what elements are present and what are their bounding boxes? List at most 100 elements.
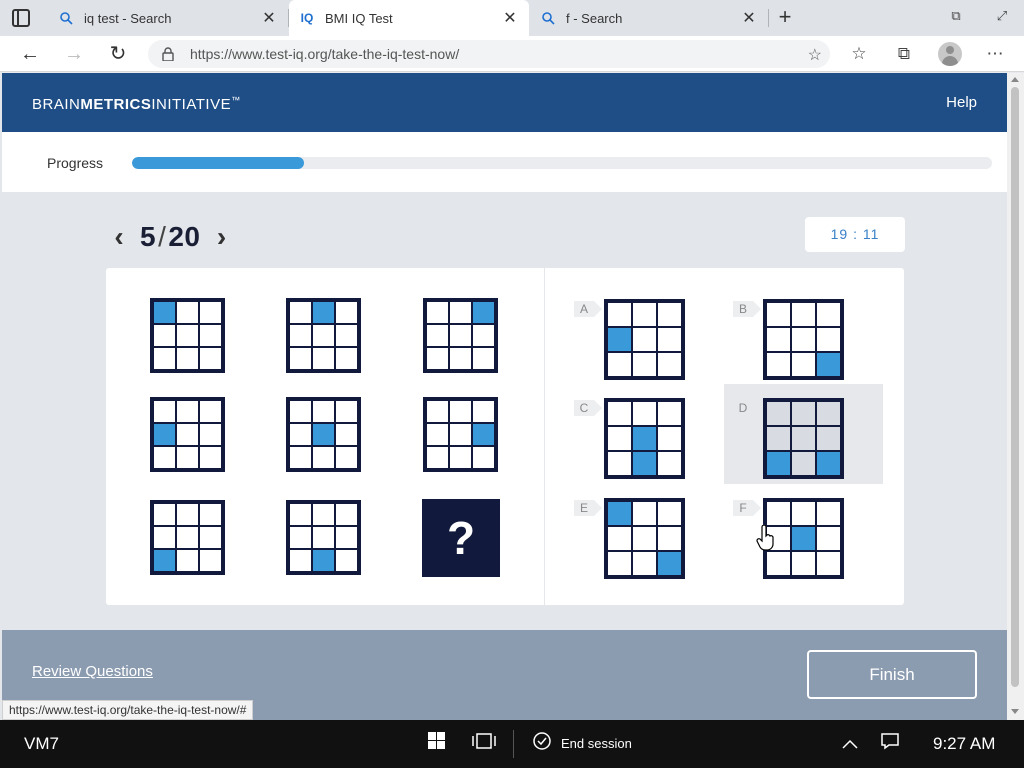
check-circle-icon[interactable] — [531, 732, 553, 754]
filled-cell — [154, 424, 175, 445]
empty-cell — [817, 303, 840, 326]
empty-cell — [290, 447, 311, 468]
empty-cell — [177, 550, 198, 571]
answer-option-d[interactable] — [763, 398, 844, 479]
empty-cell — [336, 504, 357, 525]
favorites-icon[interactable]: ☆ — [848, 43, 870, 65]
scroll-down-icon[interactable] — [1011, 709, 1019, 714]
scroll-up-icon[interactable] — [1011, 77, 1019, 82]
chevron-up-icon[interactable] — [839, 732, 861, 754]
close-tab-icon[interactable]: ✕ — [740, 8, 758, 28]
refresh-icon[interactable]: ↻ — [106, 42, 130, 66]
answer-option-a[interactable] — [604, 299, 685, 380]
pattern-tile — [150, 500, 225, 575]
chevron-right-icon[interactable]: › — [211, 221, 233, 253]
status-url: https://www.test-iq.org/take-the-iq-test… — [2, 700, 254, 720]
option-letter: B — [733, 301, 761, 317]
new-tab-icon[interactable]: + — [774, 6, 796, 28]
empty-cell — [633, 552, 656, 575]
empty-cell — [427, 424, 448, 445]
option-letter: F — [733, 500, 761, 516]
progress-section: Progress — [2, 132, 1007, 192]
empty-cell — [336, 401, 357, 422]
empty-cell — [608, 303, 631, 326]
restore-icon[interactable]: ⧉ — [946, 8, 966, 28]
timer: 19 : 11 — [805, 217, 905, 252]
address-bar[interactable]: https://www.test-iq.org/take-the-iq-test… — [148, 40, 830, 68]
empty-cell — [200, 550, 221, 571]
collections-icon[interactable]: ⧉ — [893, 43, 915, 65]
scroll-thumb[interactable] — [1011, 87, 1019, 687]
profile-avatar[interactable] — [938, 42, 962, 66]
brand-part: INITIATIVE — [151, 96, 232, 113]
finish-button[interactable]: Finish — [807, 650, 977, 699]
empty-cell — [792, 427, 815, 450]
filled-cell — [473, 302, 494, 323]
empty-cell — [450, 401, 471, 422]
empty-cell — [154, 325, 175, 346]
tab-iq-test-search[interactable]: iq test - Search ✕ — [48, 0, 289, 36]
answer-option-c[interactable] — [604, 398, 685, 479]
empty-cell — [767, 427, 790, 450]
close-tab-icon[interactable]: ✕ — [260, 8, 278, 28]
missing-pattern-tile: ? — [422, 499, 500, 577]
taskbar-separator — [513, 730, 514, 758]
expand-icon[interactable]: ⤢ — [992, 8, 1012, 28]
empty-cell — [154, 504, 175, 525]
answer-option-e[interactable] — [604, 498, 685, 579]
scrollbar[interactable] — [1007, 73, 1024, 720]
add-favorite-icon[interactable]: ☆ — [808, 45, 822, 65]
answer-option-b[interactable] — [763, 299, 844, 380]
empty-cell — [817, 552, 840, 575]
end-session-button[interactable]: End session — [561, 736, 632, 751]
empty-cell — [177, 447, 198, 468]
brand-logo[interactable]: BRAINMETRICSINITIATIVE™ — [32, 95, 241, 113]
empty-cell — [767, 552, 790, 575]
windows-start-icon[interactable] — [425, 732, 447, 754]
empty-cell — [633, 353, 656, 376]
empty-cell — [290, 550, 311, 571]
filled-cell — [792, 527, 815, 550]
more-icon[interactable]: ⋯ — [984, 43, 1006, 65]
answer-option-f[interactable] — [763, 498, 844, 579]
filled-cell — [154, 302, 175, 323]
empty-cell — [658, 527, 681, 550]
browser-tab-bar: iq test - Search ✕ IQ BMI IQ Test ✕ f - … — [0, 0, 1024, 36]
task-view-icon[interactable] — [472, 732, 496, 754]
back-icon[interactable]: ← — [18, 42, 42, 66]
help-link[interactable]: Help — [946, 94, 977, 111]
empty-cell — [658, 452, 681, 475]
site-header: BRAINMETRICSINITIATIVE™ Help — [2, 73, 1007, 132]
current-question: 5 — [140, 221, 157, 252]
empty-cell — [154, 527, 175, 548]
filled-cell — [633, 452, 656, 475]
empty-cell — [792, 552, 815, 575]
empty-cell — [633, 328, 656, 351]
search-icon — [540, 10, 556, 26]
question-card: ? A B C D E F — [106, 268, 904, 605]
tab-title: BMI IQ Test — [325, 10, 393, 26]
empty-cell — [792, 353, 815, 376]
empty-cell — [154, 348, 175, 369]
empty-cell — [817, 502, 840, 525]
empty-cell — [767, 328, 790, 351]
empty-cell — [290, 527, 311, 548]
lock-icon — [162, 47, 174, 61]
empty-cell — [336, 447, 357, 468]
empty-cell — [177, 504, 198, 525]
empty-cell — [633, 303, 656, 326]
pattern-tile — [286, 500, 361, 575]
filled-cell — [608, 328, 631, 351]
forward-icon[interactable]: → — [62, 42, 86, 66]
notifications-icon[interactable] — [879, 732, 901, 754]
tab-bmi-iq-test[interactable]: IQ BMI IQ Test ✕ — [289, 0, 529, 36]
tab-actions-icon[interactable] — [12, 9, 30, 27]
empty-cell — [177, 348, 198, 369]
review-questions-link[interactable]: Review Questions — [32, 663, 153, 680]
pattern-tile — [286, 397, 361, 472]
chevron-left-icon[interactable]: ‹ — [108, 221, 130, 253]
close-tab-icon[interactable]: ✕ — [501, 8, 519, 28]
empty-cell — [817, 402, 840, 425]
tab-f-search[interactable]: f - Search ✕ — [530, 0, 769, 36]
pattern-tile — [150, 397, 225, 472]
